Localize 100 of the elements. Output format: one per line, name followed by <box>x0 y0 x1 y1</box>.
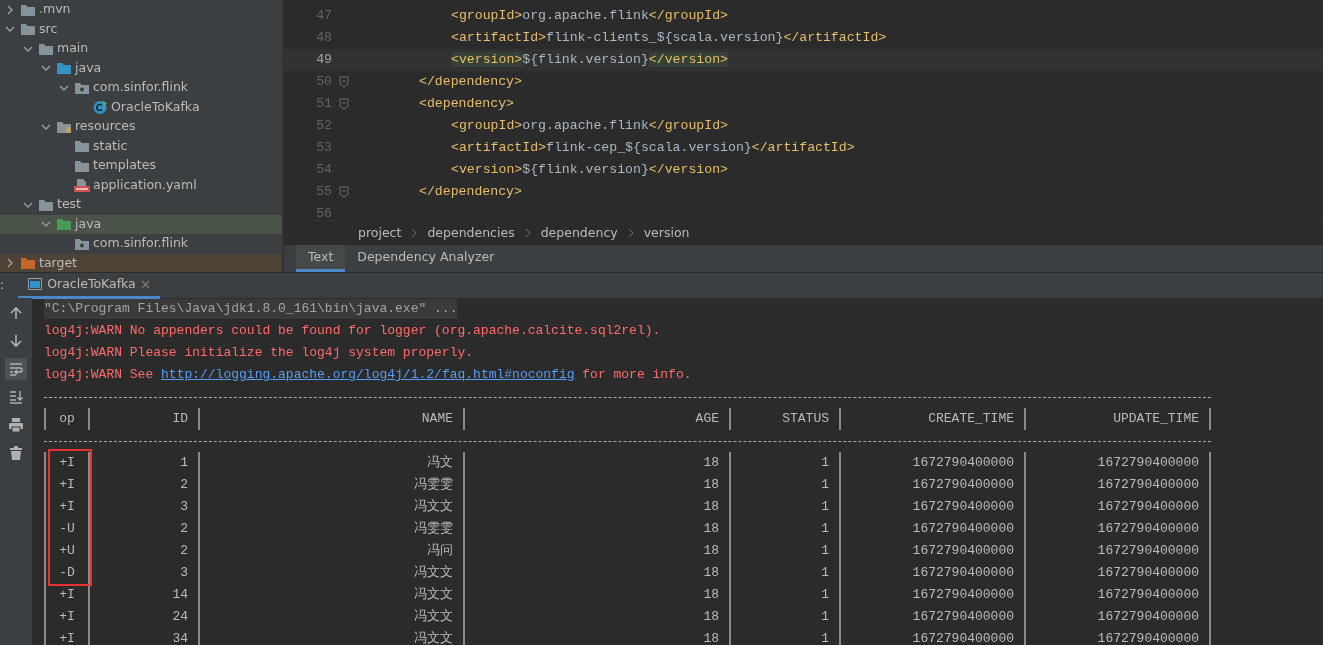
code-line: <groupId>org.apache.flink</groupId> <box>450 117 728 136</box>
tree-item[interactable]: java <box>0 214 282 234</box>
close-icon <box>140 279 150 289</box>
line-number: 50 <box>315 73 332 92</box>
table-cell: 1672790400000 <box>841 452 1026 474</box>
table-cell: 18 <box>465 518 731 540</box>
table-cell: 1672790400000 <box>1026 584 1211 606</box>
breadcrumb-item[interactable]: dependencies <box>427 223 515 243</box>
table-cell: 2 <box>90 518 200 540</box>
column-header: op <box>44 408 90 430</box>
table-cell: 2 <box>90 474 200 496</box>
table-cell: +I <box>44 584 90 606</box>
table-cell: 1672790400000 <box>1026 562 1211 584</box>
table-cell: 14 <box>90 584 200 606</box>
column-header: CREATE_TIME <box>841 408 1026 430</box>
panel-label: : <box>0 276 5 295</box>
console-link[interactable]: http://logging.apache.org/log4j/1.2/faq.html#noconfig <box>161 367 575 383</box>
table-cell: +I <box>44 496 90 518</box>
printer-icon <box>8 417 24 433</box>
code-line: <artifactId>flink-clients_${scala.version}</artifactId> <box>450 29 887 48</box>
table-cell: +I <box>44 474 90 496</box>
table-cell: 冯雯雯 <box>200 474 465 496</box>
column-header: NAME <box>200 408 465 430</box>
table-cell: 冯问 <box>200 540 465 562</box>
tree-item[interactable]: com.sinfor.flink <box>0 234 282 254</box>
breadcrumb-item[interactable]: version <box>643 223 690 243</box>
table-cell: 34 <box>90 628 200 645</box>
folder-icon <box>38 197 54 212</box>
editor-tab[interactable]: Dependency Analyzer <box>345 245 507 272</box>
table-cell: 1672790400000 <box>841 496 1026 518</box>
table-cell: 1672790400000 <box>1026 628 1211 645</box>
table-cell: 1672790400000 <box>1026 496 1211 518</box>
editor-tab[interactable]: Text <box>296 245 346 272</box>
table-cell: +I <box>44 628 90 645</box>
tree-item[interactable]: static <box>0 136 282 156</box>
code-line: <artifactId>flink-cep_${scala.version}</artifactId> <box>450 139 855 158</box>
chevron-icon <box>627 228 634 238</box>
tree-item[interactable]: templates <box>0 156 282 176</box>
table-cell: 冯文文 <box>200 628 465 645</box>
table-cell: 18 <box>465 474 731 496</box>
table-cell: 1672790400000 <box>841 518 1026 540</box>
column-header: STATUS <box>731 408 841 430</box>
tree-item[interactable]: java <box>0 58 282 78</box>
line-number: 56 <box>315 205 332 220</box>
table-cell: 1 <box>90 452 200 474</box>
table-cell: 1672790400000 <box>841 562 1026 584</box>
table-cell: 1 <box>731 606 841 628</box>
chevron-icon <box>411 228 418 238</box>
breadcrumb-item[interactable]: project <box>358 223 402 243</box>
folder-icon <box>74 139 90 154</box>
tree-item[interactable]: target <box>0 253 282 272</box>
table-cell: -U <box>44 518 90 540</box>
folder-icon <box>56 119 72 134</box>
code-line: <version>${flink.version}</version> <box>450 161 728 180</box>
table-cell: 1 <box>731 452 841 474</box>
table-cell: 18 <box>465 606 731 628</box>
table-cell: 冯文文 <box>200 562 465 584</box>
console-line: "C:\Program Files\Java\jdk1.8.0_161\bin\java.exe" ... <box>44 299 458 319</box>
tree-item[interactable]: main <box>0 39 282 59</box>
table-cell: +I <box>44 452 90 474</box>
folder-icon <box>20 2 36 17</box>
tree-item[interactable]: application.yaml <box>0 175 282 195</box>
tree-item[interactable]: com.sinfor.flink <box>0 78 282 98</box>
tree-item[interactable]: resources <box>0 117 282 137</box>
column-header: ID <box>90 408 200 430</box>
table-cell: 1672790400000 <box>1026 518 1211 540</box>
toolbar-button[interactable] <box>5 358 27 380</box>
folder-icon <box>74 158 90 173</box>
column-header: UPDATE_TIME <box>1026 408 1211 430</box>
table-cell: -D <box>44 562 90 584</box>
yaml-file-icon <box>74 178 90 193</box>
folder-icon <box>38 41 54 56</box>
package-icon <box>74 236 90 251</box>
line-number: 55 <box>315 183 332 202</box>
table-cell: 冯文文 <box>200 584 465 606</box>
folder-icon <box>56 217 72 232</box>
console-line: log4j:WARN See http://logging.apache.org/log4j/1.2/faq.html#noconfig for more info. <box>44 366 692 385</box>
table-cell: 1672790400000 <box>841 606 1026 628</box>
chevron-icon <box>524 228 531 238</box>
code-line: </dependency> <box>418 73 522 92</box>
table-cell: +I <box>44 606 90 628</box>
table-cell: 3 <box>90 562 200 584</box>
tree-item[interactable]: OracleToKafka <box>0 97 282 117</box>
breadcrumb-item[interactable]: dependency <box>540 223 618 243</box>
class-icon <box>92 100 108 115</box>
line-number: 53 <box>315 139 332 158</box>
table-cell: 3 <box>90 496 200 518</box>
table-cell: 1 <box>731 474 841 496</box>
folder-icon <box>20 22 36 37</box>
tree-item[interactable]: src <box>0 19 282 39</box>
table-cell: 冯文文 <box>200 606 465 628</box>
table-cell: 1 <box>731 584 841 606</box>
line-number: 49 <box>315 51 332 70</box>
tree-item[interactable]: .mvn <box>0 0 282 20</box>
tree-item[interactable]: test <box>0 195 282 215</box>
line-number: 54 <box>315 161 332 180</box>
table-cell: 1 <box>731 562 841 584</box>
table-cell: 冯文文 <box>200 496 465 518</box>
code-line: <version>${flink.version}</version> <box>450 51 728 70</box>
code-line: </dependency> <box>418 183 522 202</box>
